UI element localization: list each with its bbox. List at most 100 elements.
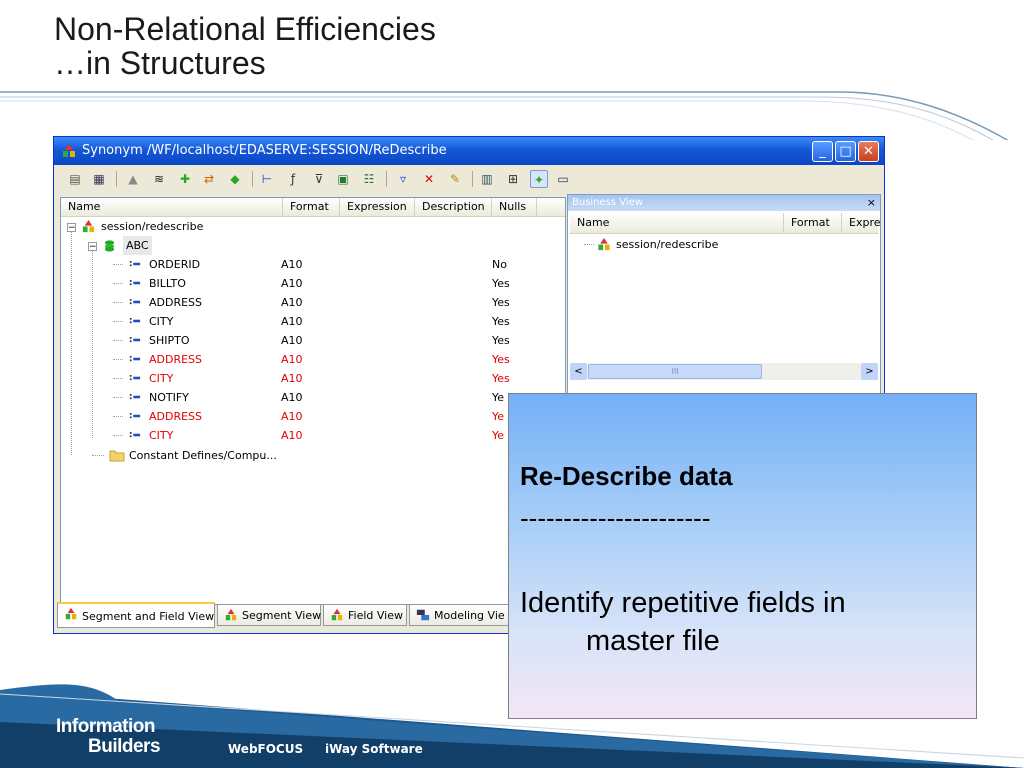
close-button[interactable]: ✕ xyxy=(858,141,879,162)
insert-segment-icon[interactable]: ✚ xyxy=(176,170,194,188)
field-icon xyxy=(129,280,141,286)
hierarchy-icon[interactable]: ☷ xyxy=(360,170,378,188)
horizontal-scrollbar[interactable]: < III > xyxy=(570,363,878,380)
close-icon[interactable]: × xyxy=(867,195,876,211)
stack-icon[interactable]: ≋ xyxy=(150,170,168,188)
toolbar: ▤ ▦ ▲ ≋ ✚ ⇄ ◆ ⊢ ƒ ⊽ ▣ ☷ ▿ ✕ ✎ ▥ ⊞ ✦ ▭ xyxy=(58,167,658,193)
properties-icon[interactable]: ▭ xyxy=(554,170,572,188)
field-format: A10 xyxy=(281,315,303,328)
field-format: A10 xyxy=(281,429,303,442)
segment-icon[interactable]: ◆ xyxy=(226,170,244,188)
tree-line xyxy=(584,244,594,245)
tree-line xyxy=(113,435,123,436)
field-nulls: No xyxy=(492,258,507,271)
field-format: A10 xyxy=(281,372,303,385)
window-titlebar[interactable]: Synonym /WF/localhost/EDASERVE:SESSION/R… xyxy=(54,137,884,165)
table-row[interactable]: CITY A10 Ye xyxy=(61,426,565,445)
view-tabs: Segment and Field View Segment View Fiel… xyxy=(57,602,557,630)
calculator-icon[interactable]: ▣ xyxy=(334,170,352,188)
table-row[interactable]: ADDRESS A10 Ye xyxy=(61,407,565,426)
field-icon xyxy=(129,356,141,362)
filter-icon[interactable]: ⊽ xyxy=(310,170,328,188)
scroll-thumb[interactable]: III xyxy=(588,364,762,379)
minimize-button[interactable]: _ xyxy=(812,141,833,162)
tree-line xyxy=(113,359,123,360)
table-row[interactable]: SHIPTO A10 Yes xyxy=(61,331,565,350)
edit-icon[interactable]: ✎ xyxy=(446,170,464,188)
database-icon[interactable]: ▥ xyxy=(478,170,496,188)
table-row[interactable]: CITY A10 Yes xyxy=(61,312,565,331)
footer-iway: iWay Software xyxy=(325,742,423,756)
tree-node-constants[interactable]: Constant Defines/Compu... xyxy=(61,446,565,465)
business-view-title: Business View × xyxy=(568,195,880,211)
field-format: A10 xyxy=(281,391,303,404)
tab-label: Segment and Field View xyxy=(82,610,215,623)
column-header-nulls[interactable]: Nulls xyxy=(492,198,537,216)
field-icon xyxy=(129,337,141,343)
table-row[interactable]: ADDRESS A10 Yes xyxy=(61,293,565,312)
field-nulls: Yes xyxy=(492,372,510,385)
tab-label: Field View xyxy=(348,609,403,622)
table-row[interactable]: BILLTO A10 Yes xyxy=(61,274,565,293)
scroll-right-button[interactable]: > xyxy=(861,363,878,380)
tab-field-view[interactable]: Field View xyxy=(323,604,407,626)
business-view-header: Name Format Expre xyxy=(570,213,880,234)
tab-label: Segment View xyxy=(242,609,322,622)
table-row[interactable]: NOTIFY A10 Ye xyxy=(61,388,565,407)
field-name: ADDRESS xyxy=(149,353,203,366)
business-view-title-text: Business View xyxy=(572,197,644,208)
footer-webfocus: WebFOCUS xyxy=(228,742,304,756)
business-view-icon[interactable]: ✦ xyxy=(530,170,548,188)
delete-icon[interactable]: ✕ xyxy=(420,170,438,188)
field-format: A10 xyxy=(281,277,303,290)
tree-line xyxy=(113,321,123,322)
tab-segment-view[interactable]: Segment View xyxy=(217,604,321,626)
tree-line xyxy=(113,264,123,265)
maximize-button[interactable]: □ xyxy=(835,141,856,162)
chevron-down-icon[interactable]: ▿ xyxy=(394,170,412,188)
field-nulls: Ye xyxy=(492,410,505,423)
bv-column-expression[interactable]: Expre xyxy=(842,213,880,233)
field-nulls: Ye xyxy=(492,391,505,404)
brand-logo-line1: Information xyxy=(56,716,156,737)
join-icon[interactable]: ⇄ xyxy=(200,170,218,188)
table-row[interactable]: ORDERID A10 No xyxy=(61,255,565,274)
synonym-icon xyxy=(331,608,343,621)
callout-rule: ---------------------- xyxy=(520,503,711,533)
field-nulls: Yes xyxy=(492,296,510,309)
field-icon xyxy=(129,261,141,267)
insert-field-icon[interactable]: ⊢ xyxy=(258,170,276,188)
collapse-icon[interactable]: − xyxy=(67,223,76,233)
table-row[interactable]: CITY A10 Yes xyxy=(61,369,565,388)
bv-column-format[interactable]: Format xyxy=(784,213,842,233)
save-icon[interactable]: ▤ xyxy=(66,170,84,188)
collapse-icon[interactable]: − xyxy=(88,242,97,252)
column-header-description[interactable]: Description xyxy=(415,198,492,216)
table-row[interactable]: ADDRESS A10 Yes xyxy=(61,350,565,369)
tree-node-root[interactable]: − session/redescribe xyxy=(61,217,565,236)
field-name: NOTIFY xyxy=(149,391,189,404)
toolbar-separator xyxy=(116,171,117,187)
tree-line xyxy=(113,416,123,417)
column-header-expression[interactable]: Expression xyxy=(340,198,415,216)
folder-icon xyxy=(109,450,125,462)
bv-column-name[interactable]: Name xyxy=(570,213,784,233)
column-header-format[interactable]: Format xyxy=(283,198,340,216)
scroll-left-button[interactable]: < xyxy=(570,363,587,380)
tree-node-segment[interactable]: − ABC xyxy=(61,236,565,255)
diagram-icon[interactable]: ⊞ xyxy=(504,170,522,188)
tab-modeling-view[interactable]: Modeling Vie xyxy=(409,604,509,626)
bv-tree-item[interactable]: session/redescribe xyxy=(568,235,880,254)
print-icon[interactable]: ▲ xyxy=(124,170,142,188)
field-name: CITY xyxy=(149,372,174,385)
header-swoosh xyxy=(0,91,1009,140)
window-title: Synonym /WF/localhost/EDASERVE:SESSION/R… xyxy=(82,143,447,158)
document-icon[interactable]: ▦ xyxy=(90,170,108,188)
compute-icon[interactable]: ƒ xyxy=(284,170,302,188)
toolbar-separator xyxy=(252,171,253,187)
field-format: A10 xyxy=(281,410,303,423)
column-header-name[interactable]: Name xyxy=(61,198,283,216)
tab-segment-and-field-view[interactable]: Segment and Field View xyxy=(57,602,215,628)
toolbar-separator xyxy=(472,171,473,187)
modeling-icon xyxy=(416,609,430,621)
